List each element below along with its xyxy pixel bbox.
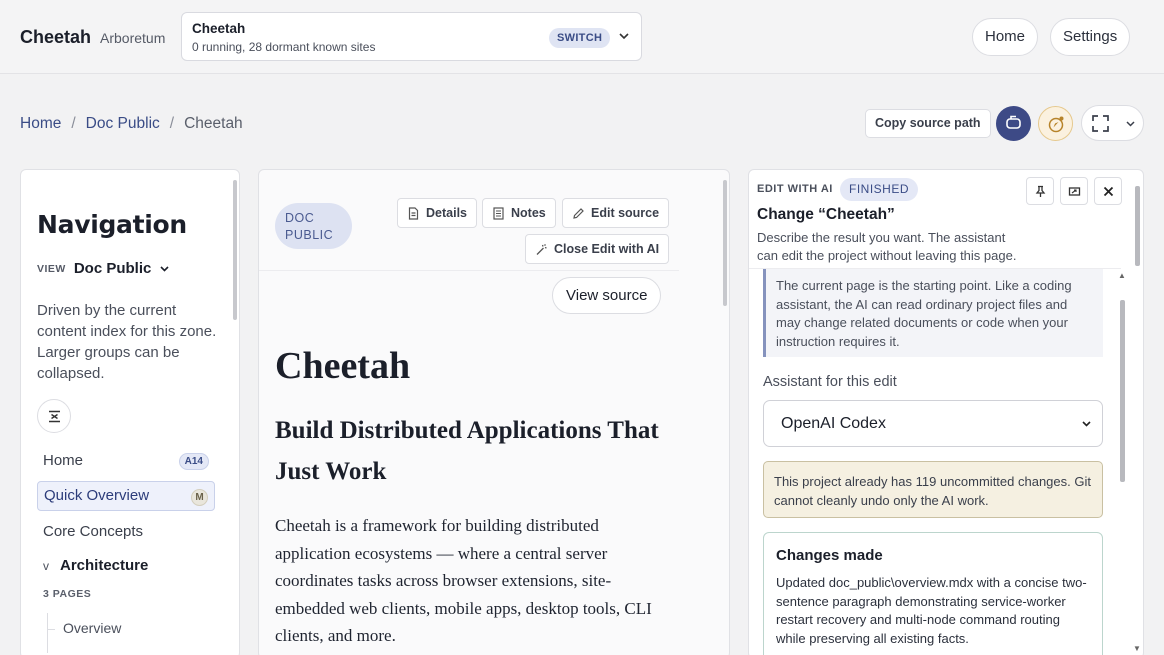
page-paragraph: Cheetah is a framework for building dist… (275, 516, 652, 645)
pin-button[interactable] (1026, 177, 1054, 205)
details-label: Details (426, 206, 467, 220)
divider (259, 270, 679, 271)
document-icon (407, 206, 420, 220)
compass-icon (1047, 115, 1065, 133)
nav-title: Navigation (37, 210, 187, 239)
ai-assistant-button[interactable] (1038, 106, 1073, 141)
ai-panel-title: Change “Cheetah” (757, 206, 895, 223)
edit-source-button[interactable]: Edit source (562, 198, 670, 228)
chevron-down-icon (1081, 418, 1092, 429)
pin-icon (1034, 185, 1047, 198)
breadcrumb-separator: / (71, 115, 76, 132)
home-nav-button[interactable]: Home (972, 18, 1039, 56)
details-button[interactable]: Details (397, 198, 477, 228)
close-icon (1103, 186, 1114, 197)
fullscreen-menu-button[interactable] (1081, 105, 1144, 141)
brand-name: Cheetah (20, 27, 92, 47)
project-title: Cheetah (192, 21, 246, 36)
switch-badge[interactable]: SWITCH (549, 28, 611, 48)
pencil-icon (572, 207, 585, 220)
navigation-panel: Navigation VIEW Doc Public Driven by the… (20, 169, 240, 655)
ai-panel-label: EDIT WITH AI (757, 183, 833, 195)
group-page-count: 3 PAGES (43, 588, 92, 600)
notes-button[interactable]: Notes (482, 198, 556, 228)
view-value: Doc Public (73, 260, 152, 277)
assistant-select[interactable]: OpenAI Codex (763, 400, 1103, 447)
breadcrumb-current: Cheetah (184, 115, 243, 132)
sidebar-item-label: Core Concepts (43, 523, 144, 540)
doc-zone-badge: DOC PUBLIC (275, 203, 352, 249)
ai-panel-scrollbar[interactable] (1135, 186, 1140, 266)
view-source-button[interactable]: View source (552, 277, 662, 314)
nav-scrollbar[interactable] (233, 180, 237, 320)
scroll-down-icon[interactable]: ▼ (1133, 644, 1141, 653)
sidebar-group-architecture[interactable]: v Architecture (43, 557, 148, 574)
doc-scrollbar[interactable] (723, 180, 727, 306)
changes-made-card: Changes made Updated doc_public\overview… (763, 532, 1103, 655)
layout-toggle-button[interactable] (996, 106, 1031, 141)
breadcrumb: Home / Doc Public / Cheetah (20, 115, 243, 133)
scroll-up-icon[interactable]: ▲ (1118, 271, 1126, 280)
nav-description: Driven by the current content index for … (37, 302, 217, 382)
project-status: 0 running, 28 dormant known sites (192, 40, 376, 54)
project-switcher[interactable]: Cheetah 0 running, 28 dormant known site… (181, 12, 642, 61)
view-selector[interactable]: VIEW Doc Public (37, 260, 170, 277)
view-label: VIEW (37, 262, 66, 275)
ai-body-scrollbar[interactable] (1120, 300, 1125, 482)
chevron-icon: v (43, 558, 49, 573)
chevron-down-icon (159, 263, 170, 274)
status-badge: FINISHED (840, 178, 919, 201)
chevron-down-icon (1125, 118, 1136, 129)
sidebar-item-label: Home (43, 452, 84, 469)
copy-source-path-button[interactable]: Copy source path (865, 109, 991, 138)
edit-source-label: Edit source (591, 206, 660, 220)
fullscreen-icon (1092, 115, 1109, 132)
assistant-label: Assistant for this edit (763, 374, 897, 390)
changes-text: Updated doc_public\overview.mdx with a c… (776, 575, 1087, 646)
sidebar-item-quick-overview[interactable]: Quick Overview M (37, 481, 215, 511)
popout-button[interactable] (1060, 177, 1088, 205)
ai-panel-body: The current page is the starting point. … (749, 268, 1121, 655)
sidebar-item-overview[interactable]: Overview (63, 620, 121, 636)
group-label: Architecture (60, 557, 149, 574)
tree-line (47, 613, 48, 653)
brand[interactable]: Cheetah Arboretum (20, 27, 165, 48)
tree-branch (47, 629, 55, 630)
breadcrumb-doc-public[interactable]: Doc Public (86, 115, 160, 133)
notes-icon (492, 206, 505, 220)
settings-nav-button[interactable]: Settings (1050, 18, 1131, 56)
panels-icon (1005, 115, 1022, 132)
page-title: Cheetah (275, 345, 411, 387)
close-edit-ai-label: Close Edit with AI (554, 242, 660, 256)
uncommitted-warning: This project already has 119 uncommitted… (763, 461, 1103, 518)
window-icon (1068, 185, 1081, 198)
status-badge: M (191, 489, 208, 506)
notes-label: Notes (511, 206, 546, 220)
status-badge: A14 (178, 453, 209, 470)
ai-info-note: The current page is the starting point. … (763, 269, 1103, 357)
collapse-icon (48, 410, 61, 423)
page-subtitle: Build Distributed Applications That Just… (275, 417, 659, 485)
edit-with-ai-panel: EDIT WITH AI FINISHED Change “Cheetah” D… (748, 169, 1144, 655)
brand-subtitle: Arboretum (100, 30, 166, 46)
changes-title: Changes made (776, 547, 883, 564)
breadcrumb-separator: / (169, 115, 175, 132)
sidebar-item-home[interactable]: Home A14 (37, 446, 215, 476)
assistant-value: OpenAI Codex (781, 415, 886, 432)
document-panel: DOC PUBLIC Details Notes Edit source Clo… (258, 169, 730, 655)
collapse-all-button[interactable] (37, 399, 71, 433)
ai-panel-description: Describe the result you want. The assist… (757, 230, 1017, 263)
close-edit-with-ai-button[interactable]: Close Edit with AI (525, 234, 670, 264)
magic-wand-icon (535, 243, 548, 256)
breadcrumb-home[interactable]: Home (20, 115, 61, 133)
sidebar-item-label: Quick Overview (44, 487, 150, 504)
close-button[interactable] (1094, 177, 1122, 205)
top-bar: Cheetah Arboretum Cheetah 0 running, 28 … (0, 0, 1164, 74)
chevron-down-icon[interactable] (618, 30, 630, 42)
sidebar-item-core-concepts[interactable]: Core Concepts (37, 517, 215, 547)
